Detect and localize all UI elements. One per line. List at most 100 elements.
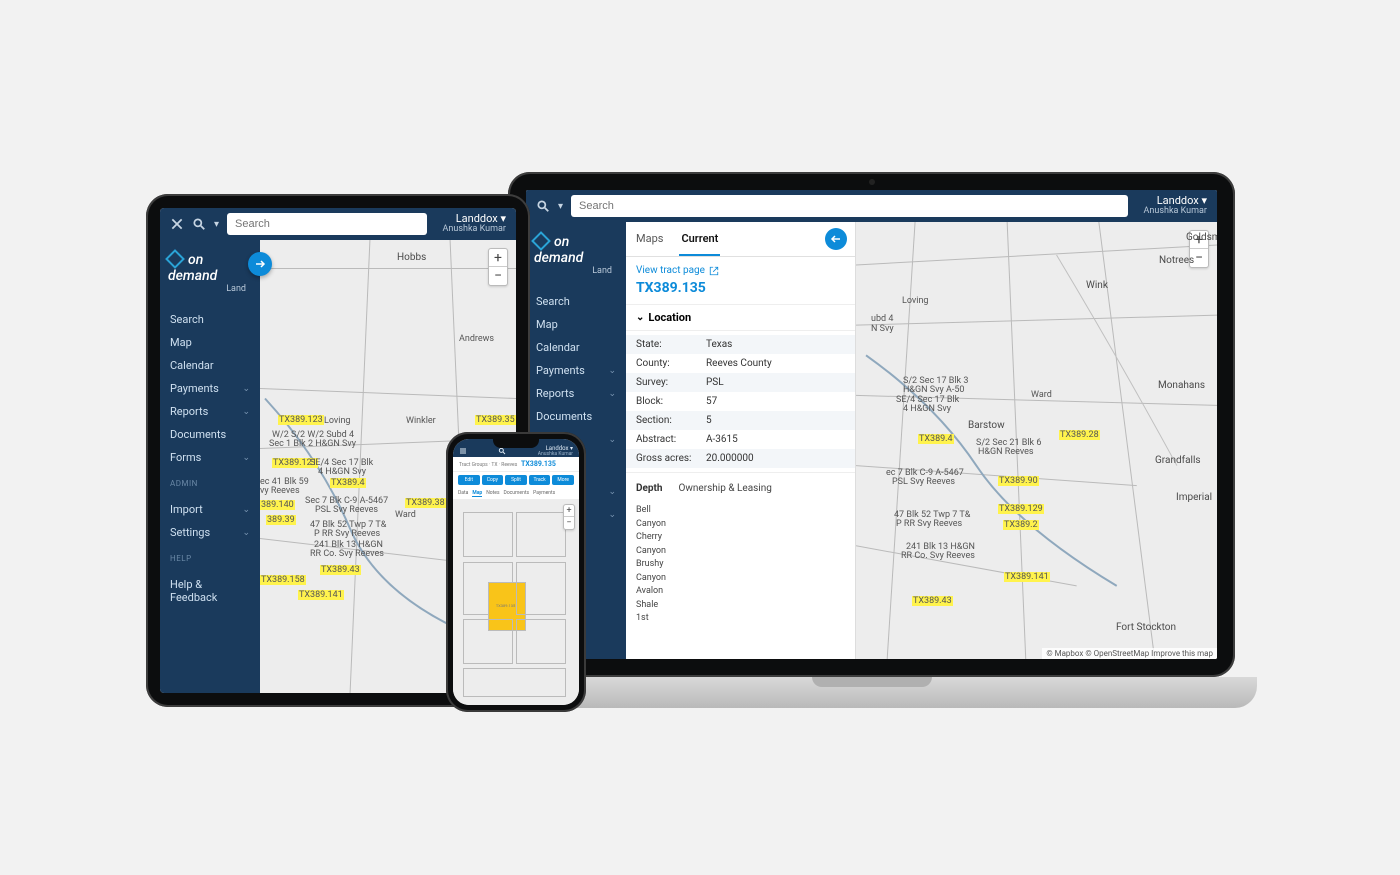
table-row: Abstract:A-3615 bbox=[626, 430, 855, 449]
account-menu[interactable]: Landdox ▾Anushka Kumar bbox=[538, 446, 573, 457]
crumb[interactable]: Tract Groups bbox=[459, 462, 488, 468]
nav-help-label: HELP bbox=[160, 544, 260, 565]
map-label: ubd 4 bbox=[871, 314, 893, 324]
phone-screen: Landdox ▾Anushka Kumar Tract Groups · TX… bbox=[453, 439, 579, 705]
chevron-down-icon: ⌄ bbox=[242, 407, 250, 417]
zoom-out-button[interactable]: − bbox=[489, 267, 507, 285]
sidebar-item-documents[interactable]: Documents bbox=[160, 423, 260, 446]
menu-icon[interactable] bbox=[459, 447, 467, 455]
brand-logo: on demand Land bbox=[526, 222, 626, 282]
crumb[interactable]: Reeves bbox=[501, 462, 517, 468]
phone-tab-map[interactable]: Map bbox=[472, 490, 482, 497]
mainpane: Maps Current View tract page bbox=[626, 222, 1217, 659]
search-icon[interactable] bbox=[536, 199, 550, 213]
phone-tab-documents[interactable]: Documents bbox=[504, 490, 530, 497]
back-button[interactable] bbox=[825, 228, 847, 250]
chevron-down-icon: ⌄ bbox=[636, 312, 644, 323]
sidebar-item-documents[interactable]: Documents bbox=[526, 405, 626, 428]
map-label: H&GN Svy A-50 bbox=[903, 385, 964, 395]
sidebar-item-search[interactable]: Search bbox=[526, 290, 626, 313]
topbar: ▾ Landdox ▾ Anushka Kumar bbox=[160, 208, 516, 240]
location-section-head[interactable]: ⌄Location bbox=[626, 304, 855, 331]
map-label: Sec 1 Blk 2 H&GN Svy bbox=[269, 439, 356, 449]
map-label: Imperial bbox=[1176, 492, 1212, 503]
map-label: 389.140 bbox=[260, 500, 295, 510]
map-label: Goldsmith bbox=[1186, 232, 1217, 243]
map-label: N Svy bbox=[871, 324, 894, 334]
table-row: County:Reeves County bbox=[626, 354, 855, 373]
laptop-bezel: ▾ Landdox ▾ Anushka Kumar on demand Land bbox=[508, 172, 1235, 677]
zoom-control: + − bbox=[488, 248, 508, 286]
sidebar-toggle-button[interactable] bbox=[248, 252, 272, 276]
map-label: TX389.38 bbox=[405, 498, 446, 508]
nav-admin-label: ADMIN bbox=[160, 469, 260, 490]
sidebar-item-settings[interactable]: Settings⌄ bbox=[160, 521, 260, 544]
more-button[interactable]: More bbox=[552, 475, 574, 485]
phone-device: Landdox ▾Anushka Kumar Tract Groups · TX… bbox=[446, 432, 586, 712]
split-button[interactable]: Split bbox=[505, 475, 527, 485]
sidebar-item-reports[interactable]: Reports⌄ bbox=[526, 382, 626, 405]
phone-notch bbox=[493, 438, 539, 448]
map-label: Loving bbox=[902, 296, 929, 306]
track-button[interactable]: Track bbox=[529, 475, 551, 485]
nav-help: Help & Feedback bbox=[160, 573, 260, 609]
subtab-depth[interactable]: Depth bbox=[636, 483, 663, 494]
sidebar-item-map[interactable]: Map bbox=[526, 313, 626, 336]
search-dropdown-caret-icon[interactable]: ▾ bbox=[214, 219, 219, 230]
map-label: TX389.43 bbox=[912, 596, 953, 606]
sidebar-item-reports[interactable]: Reports⌄ bbox=[160, 400, 260, 423]
search-input[interactable] bbox=[227, 213, 427, 235]
phone-tab-data[interactable]: Data bbox=[458, 490, 468, 497]
subtab-ownership[interactable]: Ownership & Leasing bbox=[679, 483, 772, 494]
sidebar: on demand Land Search Map Calendar Payme… bbox=[160, 240, 260, 693]
sidebar-item-payments[interactable]: Payments⌄ bbox=[160, 377, 260, 400]
copy-button[interactable]: Copy bbox=[482, 475, 504, 485]
map-label: TX389.35 bbox=[475, 415, 516, 425]
crumb-current: TX389.135 bbox=[521, 460, 556, 468]
zoom-in-button[interactable]: + bbox=[564, 505, 574, 517]
phone-tab-payments[interactable]: Payments bbox=[533, 490, 555, 497]
map-label: TX389.123 bbox=[278, 415, 324, 425]
account-menu[interactable]: Landdox ▾ Anushka Kumar bbox=[1136, 195, 1207, 217]
zoom-out-button[interactable]: − bbox=[564, 517, 574, 529]
nav-admin: Import⌄ Settings⌄ bbox=[160, 498, 260, 544]
sidebar-item-payments[interactable]: Payments⌄ bbox=[526, 359, 626, 382]
map-label: TX389.28 bbox=[1059, 430, 1100, 440]
map-label: TX389.4 bbox=[918, 434, 954, 444]
sidebar-item-calendar[interactable]: Calendar bbox=[526, 336, 626, 359]
chevron-down-icon: ⌄ bbox=[608, 366, 616, 376]
map-label: Grandfalls bbox=[1155, 455, 1201, 466]
search-icon[interactable] bbox=[192, 217, 206, 231]
arrow-left-icon bbox=[830, 233, 842, 245]
sidebar-item-calendar[interactable]: Calendar bbox=[160, 354, 260, 377]
camera-icon bbox=[869, 179, 875, 185]
map-label: TX389.141 bbox=[298, 590, 344, 600]
phone-map[interactable]: TX389.135 + − bbox=[453, 500, 579, 705]
sidebar-item-help[interactable]: Help & Feedback bbox=[160, 573, 260, 609]
sidebar-item-map[interactable]: Map bbox=[160, 331, 260, 354]
zoom-in-button[interactable]: + bbox=[489, 249, 507, 267]
map-label: 4 H&GN Svy bbox=[903, 404, 951, 414]
detail-tabs: Maps Current bbox=[626, 222, 855, 257]
view-tract-page-link[interactable]: View tract page bbox=[626, 257, 855, 278]
close-icon[interactable] bbox=[170, 217, 184, 231]
sidebar-item-forms[interactable]: Forms⌄ bbox=[160, 446, 260, 469]
tab-current[interactable]: Current bbox=[679, 228, 720, 256]
map-label: Notrees bbox=[1159, 255, 1194, 266]
sidebar-item-search[interactable]: Search bbox=[160, 308, 260, 331]
search-dropdown-caret-icon[interactable]: ▾ bbox=[558, 201, 563, 212]
map-label: P RR Svy Reeves bbox=[314, 529, 380, 539]
search-icon[interactable] bbox=[498, 447, 506, 455]
search-input[interactable] bbox=[571, 195, 1128, 217]
map-label: Wink bbox=[1086, 280, 1108, 291]
account-menu[interactable]: Landdox ▾ Anushka Kumar bbox=[435, 213, 506, 235]
phone-tab-notes[interactable]: Notes bbox=[486, 490, 499, 497]
tab-maps[interactable]: Maps bbox=[634, 228, 665, 256]
table-row: Block:57 bbox=[626, 392, 855, 411]
zoom-control: + − bbox=[563, 504, 575, 530]
map-label: RR Co. Svy Reeves bbox=[901, 551, 975, 561]
map-view[interactable]: + − © Mapbox © OpenStreetMap Improve thi… bbox=[856, 222, 1217, 659]
edit-button[interactable]: Edit bbox=[458, 475, 480, 485]
sidebar-item-import[interactable]: Import⌄ bbox=[160, 498, 260, 521]
crumb[interactable]: TX bbox=[491, 462, 497, 468]
